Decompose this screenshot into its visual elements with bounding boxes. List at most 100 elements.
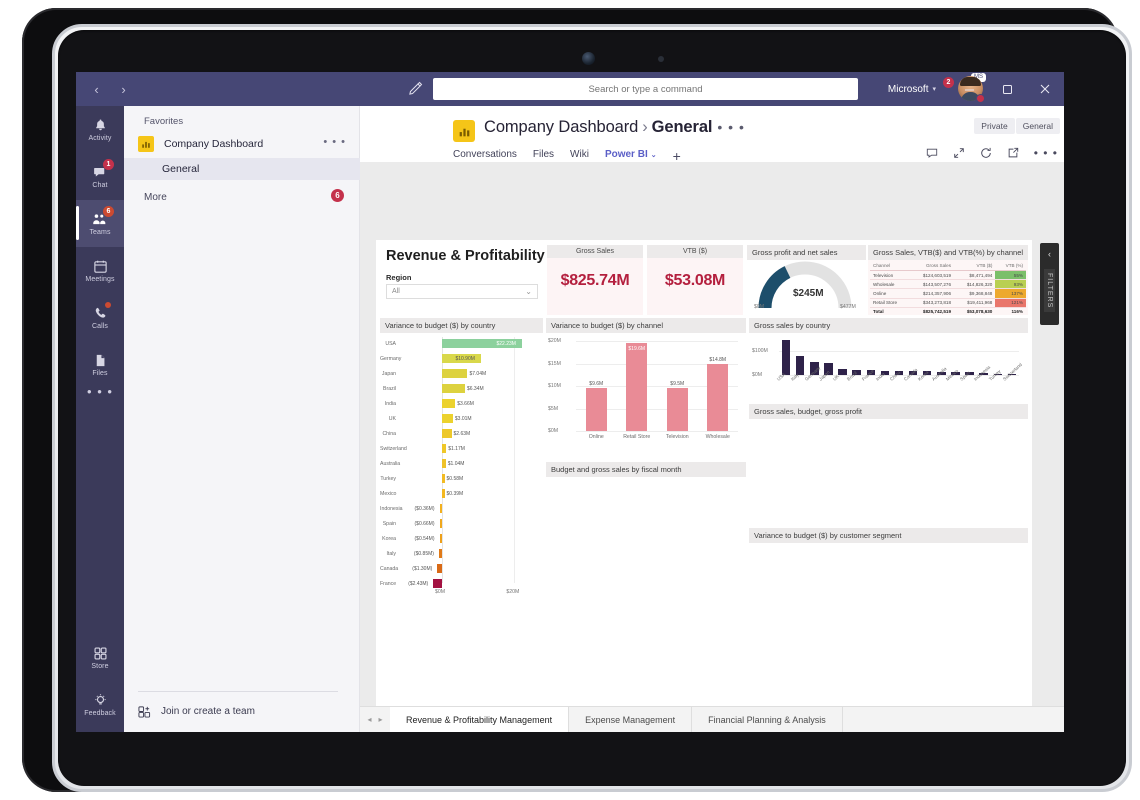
tile-variance-by-channel[interactable]: Variance to budget ($) by channel $0M $5M…: [546, 318, 746, 458]
power-bi-app: ‹ FILTERS Revenue & Profitability Region…: [360, 162, 1064, 732]
region-slicer[interactable]: All ⌄: [386, 284, 538, 299]
chevron-left-icon[interactable]: ‹: [1048, 249, 1051, 259]
sidebar-more-apps-button[interactable]: • • •: [76, 376, 124, 406]
lightbulb-icon: [93, 693, 108, 708]
bar[interactable]: [626, 342, 648, 431]
table-row[interactable]: Retail Store $343,273,818 $19,411,968 12…: [870, 298, 1026, 308]
sidebar-item-meetings[interactable]: Meetings: [76, 247, 124, 294]
more-teams-row[interactable]: More 6: [124, 186, 360, 208]
bar[interactable]: [442, 414, 453, 423]
breadcrumb-team[interactable]: Company Dashboard: [484, 118, 638, 136]
bar-value-label: $19.6M: [628, 345, 646, 352]
page-prev-icon[interactable]: ◂: [367, 715, 371, 724]
bar[interactable]: [439, 504, 442, 513]
bar[interactable]: [442, 384, 465, 393]
bar[interactable]: [585, 387, 607, 431]
chat-badge: 1: [103, 159, 114, 170]
more-label: More: [144, 191, 167, 203]
compose-icon[interactable]: [408, 81, 423, 96]
category-label: Mexico: [380, 490, 397, 497]
bar-value-label: $2.63M: [453, 431, 471, 437]
bar[interactable]: [442, 489, 445, 498]
kpi-card-gross-sales[interactable]: Gross Sales $825.74M: [547, 245, 643, 315]
tile-title: Budget and gross sales by fiscal month: [546, 462, 746, 477]
gridline: [576, 341, 738, 342]
bar-value-label: $14.8M: [709, 357, 727, 364]
bar[interactable]: [433, 579, 442, 588]
bar[interactable]: [442, 399, 456, 408]
page-tab-expense-management[interactable]: Expense Management: [569, 707, 693, 732]
sidebar-item-teams[interactable]: 6 Teams: [76, 200, 124, 247]
join-or-create-team-button[interactable]: Join or create a team: [138, 705, 255, 718]
bar-value-label: ($0.66M): [414, 521, 435, 527]
bar[interactable]: [438, 549, 442, 558]
more-icon[interactable]: • • •: [1034, 146, 1058, 160]
sidebar-item-label: Feedback: [84, 709, 116, 717]
back-icon[interactable]: ‹: [90, 83, 103, 96]
bar[interactable]: [442, 369, 468, 378]
chevron-down-icon: ⌄: [650, 151, 657, 159]
close-button[interactable]: [1026, 72, 1064, 106]
sidebar-item-feedback[interactable]: Feedback: [76, 681, 124, 728]
cell-total-vtb: $53,078,630: [966, 309, 993, 315]
bar[interactable]: [439, 534, 442, 543]
filters-panel-collapsed[interactable]: ‹ FILTERS: [1040, 243, 1059, 325]
org-switcher[interactable]: Microsoft ▾: [888, 72, 936, 106]
refresh-icon[interactable]: [980, 147, 992, 159]
store-icon: [93, 646, 108, 661]
breadcrumb-channel[interactable]: General: [652, 118, 713, 136]
data-table: Channel Gross Sales VTB ($) VTB (%) Tele…: [868, 260, 1028, 317]
tile-gross-sales-budget-gross-profit[interactable]: Budget and gross sales by fiscal month: [546, 462, 746, 606]
expand-icon[interactable]: [953, 147, 965, 159]
maximize-button[interactable]: [988, 72, 1026, 106]
search-box[interactable]: [433, 78, 858, 100]
channel-header: Company Dashboard › General • • • Private G…: [360, 106, 1064, 164]
page-next-icon[interactable]: ▸: [379, 715, 383, 724]
minimize-button[interactable]: [950, 72, 988, 106]
bar[interactable]: [442, 444, 447, 453]
cell-vtb-pct: 93%: [995, 279, 1026, 290]
table-row[interactable]: Television $124,603,519 $8,471,494 55%: [870, 270, 1026, 281]
team-more-options-button[interactable]: • • •: [323, 136, 346, 148]
popout-icon[interactable]: [1007, 147, 1019, 159]
tile-variance-by-country[interactable]: Variance to budget ($) by country USA $22…: [380, 318, 543, 606]
bar[interactable]: [442, 429, 452, 438]
bar[interactable]: [707, 364, 729, 431]
tile-gross-profit-net-sales[interactable]: Gross profit and net sales $245M $0M $47…: [747, 245, 866, 315]
tile-variance-by-customer-segment[interactable]: Variance to budget ($) by customer segme…: [749, 528, 1028, 606]
kpi-value: $825.74M: [560, 272, 630, 289]
sidebar-item-chat[interactable]: 1 Chat: [76, 153, 124, 200]
chat-icon[interactable]: [926, 147, 938, 159]
chevron-down-icon[interactable]: ⌄: [525, 287, 532, 296]
sidebar-item-store[interactable]: Store: [76, 634, 124, 681]
forward-icon[interactable]: ›: [117, 83, 130, 96]
team-avatar-icon: [138, 136, 154, 152]
category-label: Canada: [380, 565, 399, 572]
kpi-card-vtb[interactable]: VTB ($) $53.08M: [647, 245, 743, 315]
bar[interactable]: [437, 564, 442, 573]
divider: [138, 691, 338, 692]
breadcrumb-separator: ›: [642, 118, 648, 136]
channel-item-general[interactable]: General: [124, 158, 360, 180]
col-vtb-dollar: VTB ($): [954, 261, 996, 271]
add-team-icon: [138, 705, 151, 718]
table-row[interactable]: Online $214,357,906 $9,368,848 137%: [870, 288, 1026, 299]
cell-vtb-pct: 121%: [995, 298, 1026, 308]
bar[interactable]: [442, 474, 445, 483]
tile-gross-sales-by-country[interactable]: Gross sales by country $0M $100M USA Italy G…: [749, 318, 1028, 400]
sidebar-item-activity[interactable]: Activity: [76, 106, 124, 153]
page-nav[interactable]: ◂ ▸: [360, 707, 390, 732]
sidebar-item-calls[interactable]: Calls: [76, 294, 124, 341]
bar[interactable]: [439, 519, 442, 528]
search-input[interactable]: [433, 78, 858, 100]
tile-gross-sales-vtb-table[interactable]: Gross Sales, VTB($) and VTB(%) by channe…: [868, 245, 1028, 315]
page-tab-financial-planning[interactable]: Financial Planning & Analysis: [692, 707, 843, 732]
tile-budget-gross-sales-fiscal-month[interactable]: Gross sales, budget, gross profit: [749, 404, 1028, 524]
table-row[interactable]: Wholesale $143,507,276 $14,826,320 93%: [870, 279, 1026, 290]
bar[interactable]: [666, 388, 688, 431]
cell-vtb: $9,368,848: [954, 288, 996, 299]
channel-more-options-button[interactable]: • • •: [717, 119, 744, 135]
bar[interactable]: [442, 459, 446, 468]
team-item-company-dashboard[interactable]: Company Dashboard • • •: [124, 132, 360, 156]
page-tab-revenue-profitability[interactable]: Revenue & Profitability Management: [390, 707, 570, 732]
